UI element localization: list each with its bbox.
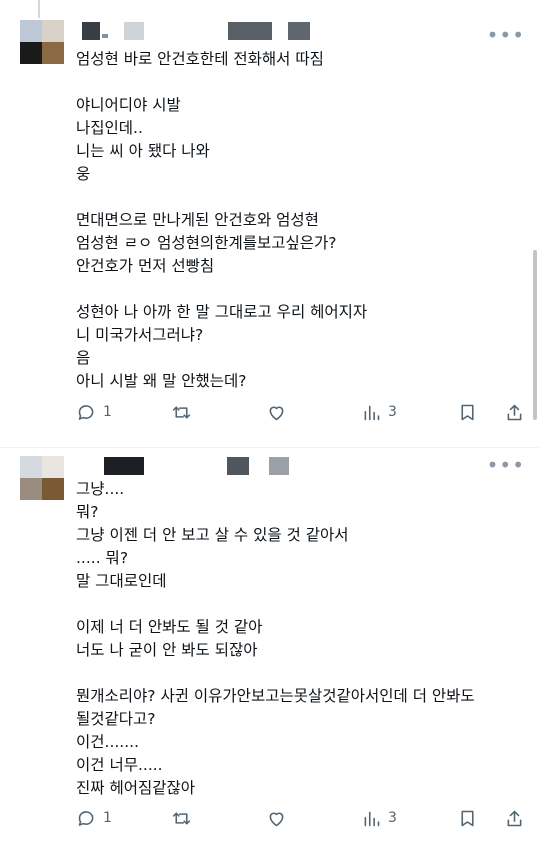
views-icon (364, 811, 380, 826)
views-count: 3 (388, 810, 397, 826)
post-line: 웅 (76, 165, 91, 183)
views-icon (364, 405, 380, 420)
post-line: 될것같다고? (76, 710, 156, 728)
bookmark-button[interactable] (457, 400, 478, 424)
post-line: 니는 씨 아 됐다 나와 (76, 142, 210, 160)
post-line: 니 미국가서그러냐? (76, 326, 204, 344)
reply-button[interactable]: 1 (76, 400, 112, 424)
reply-button[interactable]: 1 (76, 806, 112, 830)
views-button[interactable]: 3 (361, 806, 397, 830)
more-icon[interactable]: ••• (487, 455, 525, 475)
post-line: 엄성현 바로 안건호한테 전화해서 따짐 (76, 50, 324, 68)
reply-count: 1 (103, 404, 112, 420)
post-line: 뭔개소리야? 사귄 이유가안보고는못살것같아서인데 더 안봐도 (76, 687, 475, 705)
repost-icon (172, 811, 191, 825)
bookmark-icon (461, 810, 474, 826)
more-icon[interactable]: ••• (487, 25, 525, 45)
avatar[interactable] (20, 456, 64, 500)
reply-count: 1 (103, 810, 112, 826)
like-button[interactable] (266, 806, 287, 830)
post-line: ..... 뭐? (76, 549, 129, 567)
repost-icon (172, 405, 191, 419)
post-line: 그냥 이젠 더 안 보고 살 수 있을 것 같아서 (76, 526, 349, 544)
reply-icon (78, 404, 94, 420)
post-2: ••• 그냥.... 뭐? 그냥 이젠 더 안 보고 살 수 있을 것 같아서 … (0, 448, 539, 847)
post-line: 성현아 나 아까 한 말 그대로고 우리 헤어지자 (76, 303, 368, 321)
post-line: 안건호가 먼저 선빵침 (76, 257, 215, 275)
reply-icon (78, 810, 94, 826)
post-line: 음 (76, 349, 91, 367)
avatar[interactable] (20, 20, 64, 64)
post-line: 진짜 헤어짐같잖아 (76, 779, 196, 797)
post-line: 이제 너 더 안봐도 될 것 같아 (76, 618, 263, 636)
share-icon (507, 404, 522, 420)
heart-icon (269, 812, 284, 826)
share-button[interactable] (504, 400, 525, 424)
bookmark-icon (461, 404, 474, 420)
post-line: 이건....... (76, 733, 140, 751)
post-line: 면대면으로 만나게된 안건호와 엄성현 (76, 211, 319, 229)
like-button[interactable] (266, 400, 287, 424)
views-count: 3 (388, 404, 397, 420)
views-button[interactable]: 3 (361, 400, 397, 424)
post-line: 나집인데.. (76, 119, 143, 137)
post-line: 이건 너무..... (76, 756, 163, 774)
repost-button[interactable] (171, 806, 192, 830)
share-button[interactable] (504, 806, 525, 830)
post-line: 엄성현 ㄹㅇ 엄성현의한계를보고싶은가? (76, 234, 337, 252)
bookmark-button[interactable] (457, 806, 478, 830)
post-line: 말 그대로인데 (76, 572, 167, 590)
post-actions: 1 3 (76, 400, 526, 424)
post-line: 그냥.... (76, 480, 125, 498)
post-body: 엄성현 바로 안건호한테 전화해서 따짐 야니어디야 시발 나집인데.. 니는 … (76, 48, 526, 393)
scrollbar[interactable] (533, 250, 537, 420)
post-line: 너도 나 굳이 안 봐도 되잖아 (76, 641, 258, 659)
heart-icon (269, 406, 284, 420)
post-line: 아니 시발 왜 말 안했는데? (76, 372, 247, 390)
share-icon (507, 810, 522, 826)
post-line: 뭐? (76, 503, 99, 521)
post-line: 야니어디야 시발 (76, 96, 181, 114)
post-actions: 1 3 (76, 806, 526, 830)
repost-button[interactable] (171, 400, 192, 424)
post-body: 그냥.... 뭐? 그냥 이젠 더 안 보고 살 수 있을 것 같아서 ....… (76, 478, 526, 800)
post-1: ••• 엄성현 바로 안건호한테 전화해서 따짐 야니어디야 시발 나집인데..… (0, 0, 539, 447)
